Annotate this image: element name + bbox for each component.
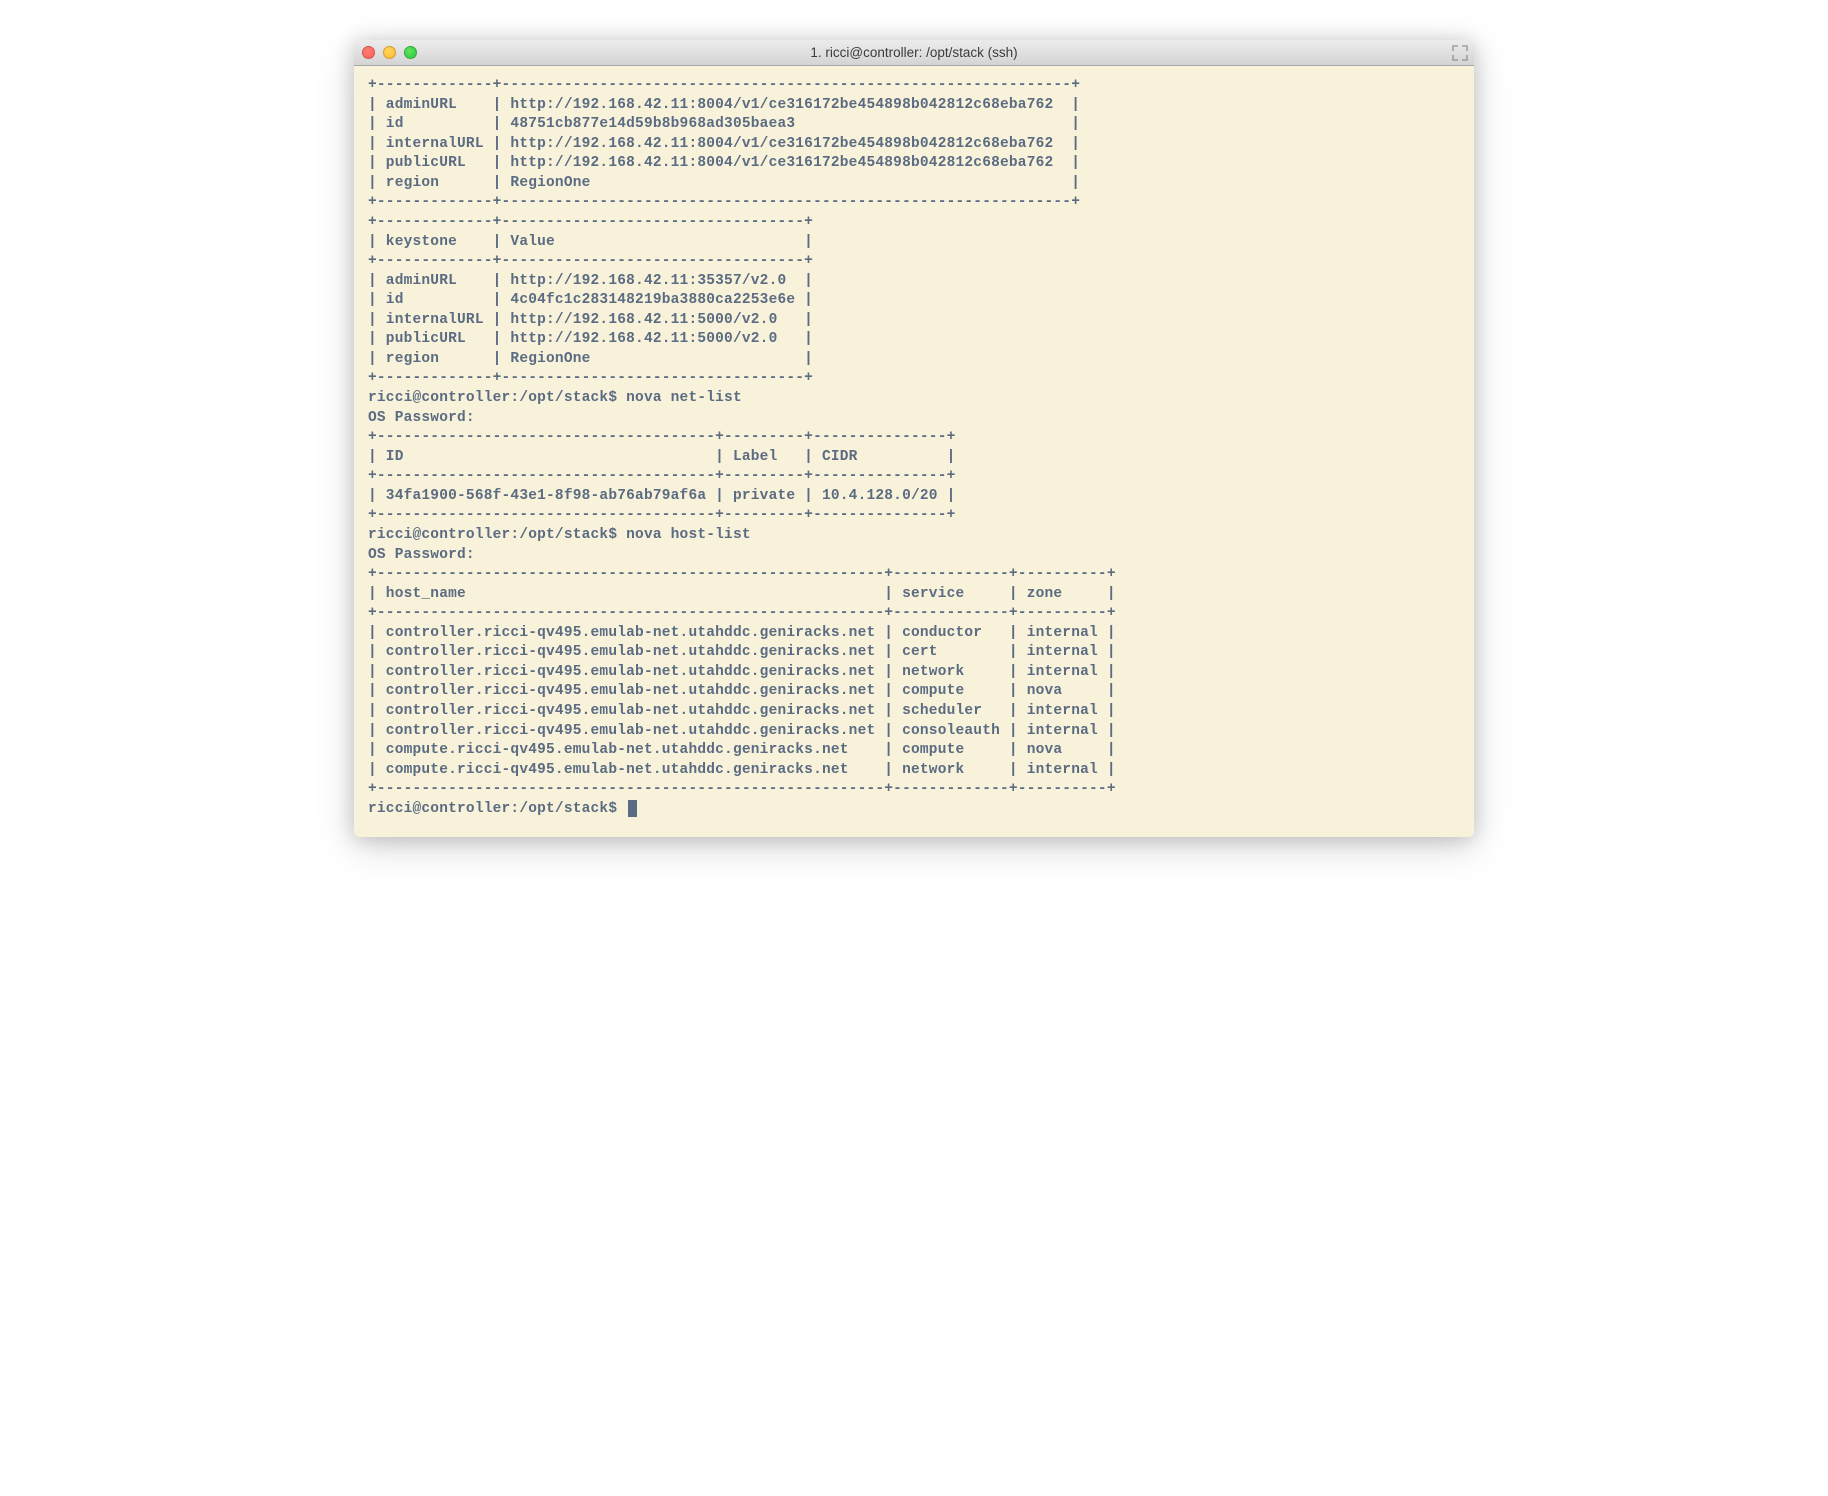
table-row: | id | 48751cb877e14d59b8b968ad305baea3 … <box>368 116 1080 132</box>
table-row: | publicURL | http://192.168.42.11:5000/… <box>368 331 813 347</box>
table-header: | ID | Label | CIDR | <box>368 449 956 465</box>
terminal-window: 1. ricci@controller: /opt/stack (ssh) +-… <box>354 40 1474 837</box>
minimize-button[interactable] <box>383 46 396 59</box>
command-line: ricci@controller:/opt/stack$ nova net-li… <box>368 390 742 406</box>
table-border: +-------------+-------------------------… <box>368 370 813 386</box>
table-header: | keystone | Value | <box>368 234 813 250</box>
table-row: | compute.ricci-qv495.emulab-net.utahddc… <box>368 742 1116 758</box>
table-row: | 34fa1900-568f-43e1-8f98-ab76ab79af6a |… <box>368 488 956 504</box>
table-border: +--------------------------------------+… <box>368 468 956 484</box>
table-border: +---------------------------------------… <box>368 566 1116 582</box>
zoom-button[interactable] <box>404 46 417 59</box>
terminal-content[interactable]: +-------------+-------------------------… <box>354 66 1474 837</box>
table-border: +--------------------------------------+… <box>368 429 956 445</box>
table-row: | controller.ricci-qv495.emulab-net.utah… <box>368 644 1116 660</box>
table-row: | publicURL | http://192.168.42.11:8004/… <box>368 155 1080 171</box>
password-prompt: OS Password: <box>368 547 484 563</box>
table-row: | adminURL | http://192.168.42.11:35357/… <box>368 273 813 289</box>
table-row: | controller.ricci-qv495.emulab-net.utah… <box>368 683 1116 699</box>
cursor <box>628 800 637 817</box>
table-row: | internalURL | http://192.168.42.11:800… <box>368 136 1080 152</box>
table-header: | host_name | service | zone | <box>368 586 1116 602</box>
shell-prompt: ricci@controller:/opt/stack$ <box>368 801 626 817</box>
table-row: | region | RegionOne | <box>368 175 1080 191</box>
traffic-lights <box>362 46 417 59</box>
password-prompt: OS Password: <box>368 410 484 426</box>
window-title: 1. ricci@controller: /opt/stack (ssh) <box>354 45 1474 60</box>
table-border: +---------------------------------------… <box>368 605 1116 621</box>
table-row: | region | RegionOne | <box>368 351 813 367</box>
table-row: | id | 4c04fc1c283148219ba3880ca2253e6e … <box>368 292 813 308</box>
table-row: | internalURL | http://192.168.42.11:500… <box>368 312 813 328</box>
table-border: +-------------+-------------------------… <box>368 77 1080 93</box>
table-row: | adminURL | http://192.168.42.11:8004/v… <box>368 97 1080 113</box>
table-row: | controller.ricci-qv495.emulab-net.utah… <box>368 723 1116 739</box>
command-line: ricci@controller:/opt/stack$ nova host-l… <box>368 527 751 543</box>
titlebar[interactable]: 1. ricci@controller: /opt/stack (ssh) <box>354 40 1474 66</box>
close-button[interactable] <box>362 46 375 59</box>
table-row: | compute.ricci-qv495.emulab-net.utahddc… <box>368 762 1116 778</box>
table-border: +-------------+-------------------------… <box>368 214 813 230</box>
table-row: | controller.ricci-qv495.emulab-net.utah… <box>368 625 1116 641</box>
table-border: +--------------------------------------+… <box>368 507 956 523</box>
table-border: +-------------+-------------------------… <box>368 253 813 269</box>
table-border: +---------------------------------------… <box>368 781 1116 797</box>
table-border: +-------------+-------------------------… <box>368 194 1080 210</box>
table-row: | controller.ricci-qv495.emulab-net.utah… <box>368 703 1116 719</box>
fullscreen-icon[interactable] <box>1452 45 1468 61</box>
table-row: | controller.ricci-qv495.emulab-net.utah… <box>368 664 1116 680</box>
